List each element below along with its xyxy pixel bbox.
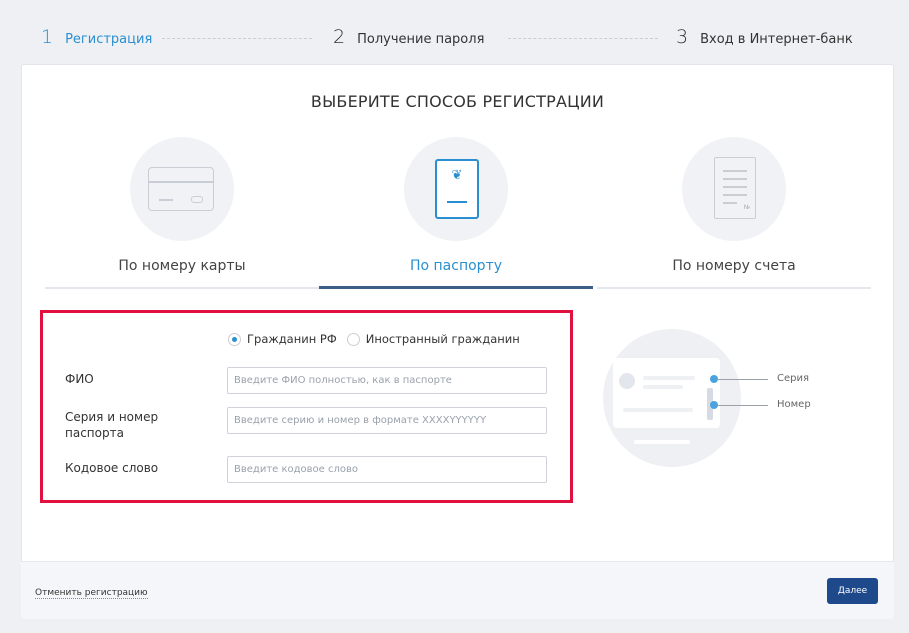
radio-rf-citizen[interactable]: Гражданин РФ (228, 332, 337, 346)
illustration-line (634, 440, 690, 444)
method-icon-circle: ❦ (404, 137, 508, 241)
step-number: 3 (676, 26, 689, 48)
step-label: Регистрация (65, 32, 153, 47)
cancel-registration-link[interactable]: Отменить регистрацию (35, 588, 148, 599)
avatar (619, 373, 635, 389)
method-icon-circle: № (682, 137, 786, 241)
account-statement-icon: № (714, 157, 756, 219)
method-tab-account[interactable]: № По номеру счета (597, 137, 871, 289)
passport-form: Гражданин РФ Иностранный гражданин ФИО С… (40, 310, 573, 503)
method-label: По номеру карты (118, 258, 246, 274)
bank-card-icon (148, 167, 214, 211)
citizenship-radio-group: Гражданин РФ Иностранный гражданин (228, 332, 530, 346)
emblem-icon: ❦ (451, 168, 463, 183)
method-tab-card[interactable]: По номеру карты (45, 137, 319, 289)
method-icon-circle (130, 137, 234, 241)
method-underline (597, 287, 871, 289)
series-marker-icon (710, 375, 718, 383)
passport-icon: ❦ (435, 159, 479, 219)
method-label: По паспорту (409, 258, 503, 274)
step-number: 1 (41, 26, 54, 48)
number-marker-icon (710, 401, 718, 409)
step-divider (162, 38, 312, 39)
code-word-label: Кодовое слово (65, 461, 159, 475)
step-label: Вход в Интернет-банк (700, 32, 853, 47)
step-number: 2 (333, 26, 346, 48)
number-pointer-line (718, 405, 768, 406)
step-divider (508, 38, 658, 39)
method-underline-active (319, 286, 593, 289)
method-tab-passport[interactable]: ❦ По паспорту (319, 137, 593, 289)
registration-steps: 1 Регистрация 2 Получение пароля 3 Вход … (0, 0, 909, 64)
fio-input[interactable] (227, 367, 547, 394)
step-get-password: 2 Получение пароля (333, 26, 484, 48)
radio-dot[interactable] (346, 332, 360, 346)
code-word-input[interactable] (227, 456, 547, 483)
page-title: ВЫБЕРИТЕ СПОСОБ РЕГИСТРАЦИИ (310, 92, 605, 111)
radio-dot[interactable] (228, 332, 241, 346)
step-login: 3 Вход в Интернет-банк (676, 26, 853, 48)
passport-label: Серия и номер паспорта (65, 410, 159, 440)
number-hint-label: Номер (777, 399, 811, 410)
series-hint-label: Серия (777, 373, 809, 384)
radio-foreign-citizen[interactable]: Иностранный гражданин (346, 332, 520, 346)
step-registration: 1 Регистрация (41, 26, 152, 48)
radio-label: Гражданин РФ (247, 332, 337, 346)
radio-label: Иностранный гражданин (365, 332, 520, 346)
card-footer: Отменить регистрацию Далее (21, 561, 894, 619)
next-button[interactable]: Далее (827, 578, 878, 604)
step-label: Получение пароля (357, 32, 485, 47)
fio-label: ФИО (65, 372, 94, 386)
method-label: По номеру счета (672, 258, 796, 274)
method-underline (45, 287, 319, 289)
series-pointer-line (718, 379, 768, 380)
passport-input[interactable] (227, 407, 547, 434)
passport-page-illustration (613, 358, 720, 428)
